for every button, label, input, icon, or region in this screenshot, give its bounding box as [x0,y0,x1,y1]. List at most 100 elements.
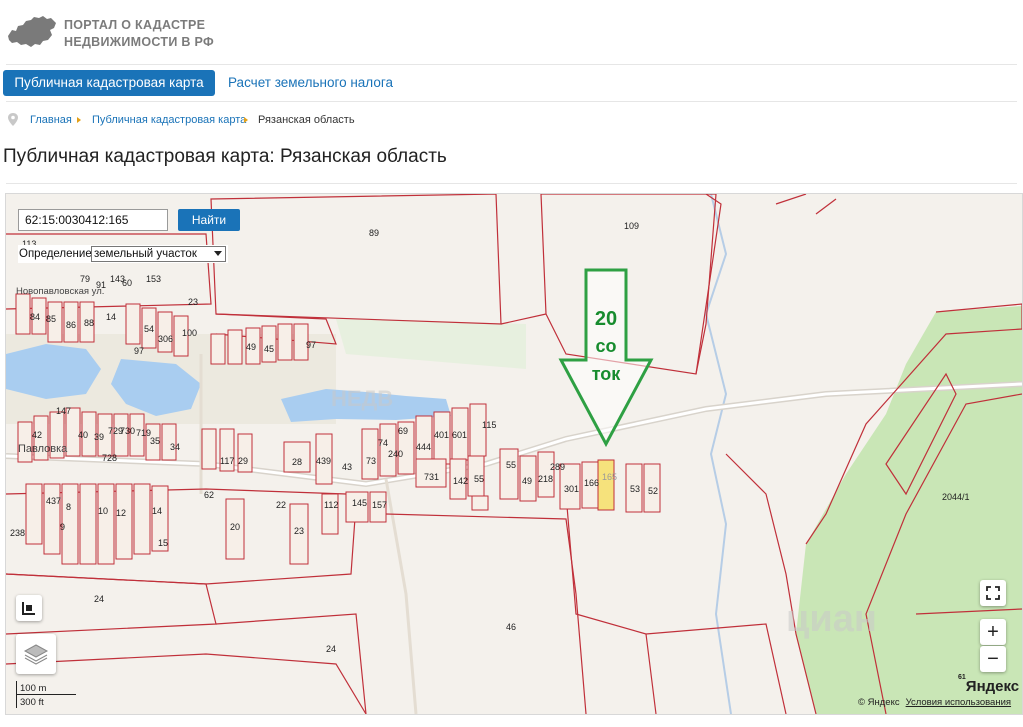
plot-label: 39 [94,432,105,442]
plot-label: 14 [152,506,163,516]
plot-label: 34 [170,442,181,452]
plot-label: 731 [424,472,440,482]
plot-label: 112 [324,500,339,510]
copyright: © Яндекс [858,697,900,708]
plot-label: 15 [158,538,169,548]
breadcrumb-cadastral-map[interactable]: Публичная кадастровая карта [92,112,246,128]
terms-link[interactable]: Условия использования [906,697,1011,708]
plot-label: 142 [453,476,469,486]
plot-label: 84 [30,312,41,322]
plot-label: 444 [416,442,432,452]
layers-button[interactable] [16,634,56,674]
plot-label: 40 [78,430,89,440]
plot-label: 437 [46,496,62,506]
plot-label: 157 [372,500,388,510]
plot-label: 74 [378,438,389,448]
plot-label: 10 [98,506,109,516]
plot-label: 53 [630,484,641,494]
highlighted-plot-label[interactable]: 165 [602,472,617,482]
plot-label: 79 [80,274,91,284]
plot-label: 24 [326,644,337,654]
fullscreen-icon [986,586,1000,600]
street-label: Павловка [18,443,68,455]
cadastral-number-input[interactable] [18,209,168,231]
plot-label: 147 [56,406,72,416]
tab-land-tax[interactable]: Расчет земельного налога [228,70,428,96]
plot-label: 55 [506,460,517,470]
plot-label: 115 [482,420,497,430]
definition-panel: Определение: земельный участок [18,245,228,263]
cadastral-map[interactable]: 89 109 113 23 84 85 86 88 54 306 100 97 … [5,193,1023,715]
watermark: циан [786,598,877,640]
plot-label: 14 [106,312,117,322]
plot-label: 401 [434,430,450,440]
plot-label: 89 [369,228,380,238]
ruler-icon [22,602,35,615]
plot-label: 719 [136,428,152,438]
street-label: Новопавловская ул. [16,286,105,297]
nav-divider [6,101,1017,102]
plot-label: 69 [398,426,409,436]
map-attribution: © Яндекс Условия использования [858,697,1011,708]
layers-icon [23,644,49,665]
plot-label: 88 [84,318,95,328]
cadastral-search: Найти Определение: земельный участок [18,209,240,269]
annotation-text: ток [591,364,621,384]
plot-label: 35 [150,436,161,446]
plot-label: 240 [388,449,404,459]
plot-label: 117 [220,456,235,466]
plot-label: 2044/1 [942,492,970,502]
plot-label: 109 [624,221,640,231]
lake [6,344,101,399]
plot-label: 24 [94,594,105,604]
plot-label: 153 [146,274,162,284]
zoom-in-button[interactable]: + [980,619,1006,645]
watermark: НЕДВ [331,386,394,411]
plot-label: 62 [204,490,215,500]
plot-label: 42 [32,430,43,440]
plot-label: 55 [474,474,485,484]
plot-label: 45 [264,344,275,354]
ruler-button[interactable] [16,595,42,621]
plot-label: 49 [246,342,257,352]
breadcrumb-separator [244,117,248,123]
plot-label: 9 [60,522,66,532]
annotation-text: со [595,336,617,356]
breadcrumb-home[interactable]: Главная [30,112,72,128]
fullscreen-button[interactable] [980,580,1006,606]
definition-select[interactable]: земельный участок [91,246,226,262]
page-title: Публичная кадастровая карта: Рязанская о… [3,146,447,167]
plot-label: 439 [316,456,332,466]
plot-label: 145 [352,498,368,508]
scale-imperial: 300 ft [20,697,44,708]
plot-label: 46 [506,622,517,632]
site-logo-text[interactable]: ПОРТАЛ О КАДАСТРЕ НЕДВИЖИМОСТИ В РФ [64,17,214,51]
zoom-out-button[interactable]: − [980,646,1006,672]
plot-label: 601 [452,430,468,440]
plot-label: 100 [182,328,198,338]
annotation-arrow [558,268,654,448]
scale-metric: 100 m [20,683,47,694]
yandex-logo[interactable]: 61Яндекс [958,674,1019,695]
plot-label: 85 [46,314,57,324]
annotation-text: 20 [594,308,618,330]
plot-label: 12 [116,508,127,518]
plot-label: 22 [276,500,287,510]
plot-label: 20 [230,522,241,532]
breadcrumb-current: Рязанская область [258,114,355,126]
plot-label: 238 [10,528,26,538]
chevron-down-icon [214,251,222,256]
breadcrumb-separator [77,117,81,123]
plot-label: 728 [102,453,118,463]
map-pin-icon [8,113,18,126]
tab-cadastral-map[interactable]: Публичная кадастровая карта [3,70,215,96]
plot-label: 43 [342,462,353,472]
definition-label: Определение: [19,248,95,260]
plot-label: 60 [122,278,133,288]
forest-area [336,319,526,369]
search-button[interactable]: Найти [178,209,240,231]
russia-map-icon[interactable] [6,14,58,50]
plot-label: 301 [564,484,580,494]
plot-label: 166 [584,478,600,488]
plot-label: 54 [144,324,155,334]
